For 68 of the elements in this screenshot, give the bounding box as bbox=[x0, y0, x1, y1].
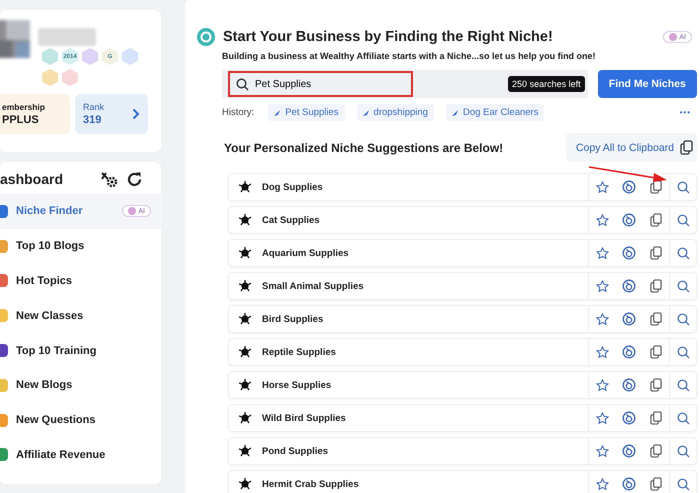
find-button[interactable]: Find Me Niches bbox=[598, 70, 697, 98]
badge-icon bbox=[82, 48, 98, 65]
splat-icon bbox=[239, 346, 251, 358]
page-title: Start Your Business by Finding the Right Niche! bbox=[223, 29, 554, 45]
chevron-icon bbox=[132, 108, 140, 120]
blurred-name bbox=[38, 28, 96, 46]
search-field[interactable]: Pet Supplies bbox=[228, 71, 413, 97]
rank-value: 319 bbox=[83, 114, 102, 126]
nav-label: Hot Topics bbox=[16, 274, 74, 287]
dashboard-title: ashboard bbox=[0, 171, 64, 187]
searches-left-badge: 250 searches left bbox=[508, 76, 585, 92]
niche-name: Wild Bird Supplies bbox=[262, 412, 347, 424]
badge-icon bbox=[42, 69, 58, 86]
splat-icon bbox=[239, 181, 251, 193]
badge-icon bbox=[122, 48, 138, 65]
nav-label: New Questions bbox=[16, 414, 96, 426]
niche-name: Dog Supplies bbox=[262, 182, 324, 192]
pin-icon bbox=[274, 110, 280, 116]
history-chip[interactable]: Dog Ear Cleaners bbox=[446, 104, 544, 121]
niche-name: Aquarium Supplies bbox=[262, 248, 350, 258]
splat-icon bbox=[239, 247, 251, 259]
nav-label: New Classes bbox=[16, 310, 84, 322]
history-chip[interactable]: dropshipping bbox=[356, 104, 434, 121]
nav-item[interactable]: Affiliate Revenue bbox=[0, 438, 161, 472]
nav-item[interactable]: Top 10 Training bbox=[0, 333, 161, 368]
refresh-icon[interactable] bbox=[126, 170, 143, 188]
splat-icon bbox=[239, 313, 251, 325]
niche-name: Bird Supplies bbox=[262, 314, 324, 324]
logo-icon bbox=[197, 28, 215, 46]
badge-icon bbox=[42, 48, 58, 65]
history-chip[interactable]: Pet Supplies bbox=[268, 104, 345, 121]
nav-label: New Blogs bbox=[16, 379, 74, 392]
splat-icon bbox=[239, 379, 251, 391]
niche-name: Horse Supplies bbox=[262, 380, 332, 390]
niche-name: Pond Supplies bbox=[262, 446, 329, 456]
membership-value: PPLUS bbox=[2, 114, 40, 126]
settings-icon[interactable] bbox=[100, 170, 118, 188]
nav-label: Top 10 Training bbox=[16, 344, 98, 357]
splat-icon bbox=[239, 280, 251, 292]
more-button[interactable]: ••• bbox=[680, 108, 697, 117]
nav-label: Affiliate Revenue bbox=[16, 448, 106, 461]
page-subtitle: Building a business at Wealthy Affiliate starts with a Niche...so let us help you find one! bbox=[222, 51, 597, 61]
niche-name: Hermit Crab Supplies bbox=[262, 478, 360, 490]
nav-item[interactable]: Top 10 Blogs bbox=[0, 228, 161, 264]
pin-icon bbox=[452, 110, 458, 116]
copy-icon bbox=[680, 140, 693, 155]
nav-item[interactable]: New Classes bbox=[0, 298, 161, 334]
badge-icon bbox=[62, 69, 78, 86]
section-title: Your Personalized Niche Suggestions are Below! bbox=[224, 140, 504, 154]
history-label: History: bbox=[222, 107, 254, 118]
niche-name: Reptile Supplies bbox=[262, 346, 337, 358]
splat-icon bbox=[239, 445, 251, 457]
niche-name: Cat Supplies bbox=[262, 214, 321, 226]
search-icon bbox=[236, 78, 249, 90]
niche-name: Small Animal Supplies bbox=[262, 280, 365, 292]
nav-item[interactable]: New Blogs bbox=[0, 368, 161, 403]
splat-icon bbox=[239, 214, 251, 226]
nav-label: Top 10 Blogs bbox=[16, 240, 86, 252]
rank-label: Rank bbox=[83, 102, 104, 112]
splat-icon bbox=[239, 412, 251, 424]
rank-card[interactable]: Rank 319 bbox=[75, 94, 148, 134]
copy-all-button[interactable]: Copy All to Clipboard bbox=[566, 133, 697, 162]
nav-item[interactable]: New Questions bbox=[0, 402, 161, 438]
splat-icon bbox=[239, 478, 251, 490]
nav-label: Niche Finder bbox=[16, 205, 84, 218]
membership-label: embership bbox=[2, 102, 46, 112]
pin-icon bbox=[362, 110, 369, 116]
nav-item[interactable]: Hot Topics bbox=[0, 264, 161, 298]
